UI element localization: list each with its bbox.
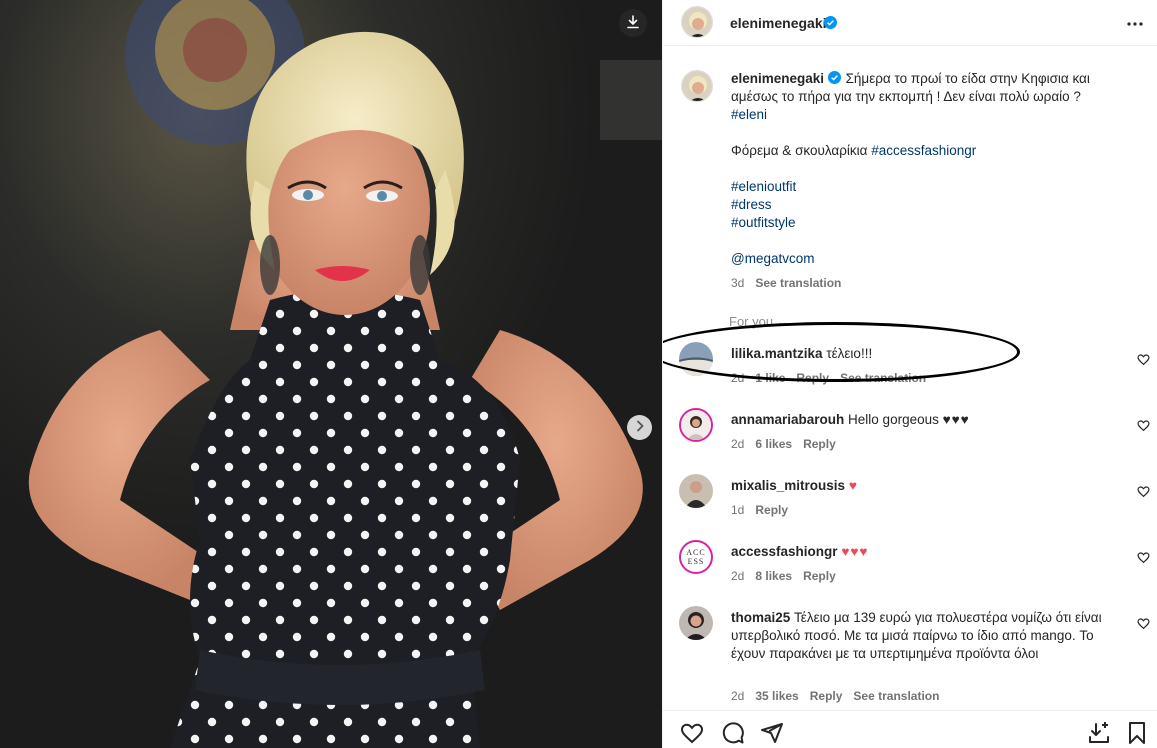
- post-actions-bar: [663, 710, 1157, 748]
- caption-author-avatar[interactable]: [681, 70, 713, 102]
- comment-age[interactable]: 2d: [731, 569, 744, 583]
- verified-badge-icon: [827, 71, 842, 84]
- heart-outline-icon[interactable]: [1137, 617, 1150, 630]
- post-photo[interactable]: [0, 0, 662, 748]
- comment-username[interactable]: thomai25: [731, 610, 790, 625]
- comments-list[interactable]: elenimenegaki Σήμερα το πρωί το είδα στη…: [663, 46, 1157, 710]
- heart-outline-icon[interactable]: [1137, 485, 1150, 498]
- post-header: elenimenegaki: [663, 0, 1157, 46]
- caption-text-2: Φόρεμα & σκουλαρίκια: [731, 143, 868, 158]
- hashtag-link[interactable]: #outfitstyle: [731, 214, 1136, 232]
- more-icon[interactable]: [1125, 14, 1145, 37]
- comment-likes[interactable]: 6 likes: [755, 437, 792, 451]
- highlight-circle-annotation: [663, 322, 1020, 382]
- see-translation-link[interactable]: See translation: [853, 689, 939, 703]
- comment-age[interactable]: 2d: [731, 437, 744, 451]
- post-image: [0, 0, 662, 748]
- download-button[interactable]: [619, 9, 647, 37]
- next-image-button[interactable]: [627, 415, 652, 440]
- comment-age[interactable]: 1d: [731, 503, 744, 517]
- author-avatar[interactable]: [681, 6, 713, 38]
- commenter-avatar[interactable]: ACC ESS: [679, 540, 713, 574]
- hashtag-link[interactable]: #elenioutfit: [731, 178, 1136, 196]
- heart-outline-icon[interactable]: [1137, 353, 1150, 366]
- see-translation-link[interactable]: See translation: [755, 276, 841, 290]
- mention-link[interactable]: @megatvcom: [731, 250, 1136, 268]
- comment-likes[interactable]: 35 likes: [755, 689, 798, 703]
- heart-outline-icon[interactable]: [680, 721, 704, 748]
- caption-username[interactable]: elenimenegaki: [731, 71, 824, 86]
- caption-age[interactable]: 3d: [731, 276, 744, 290]
- chevron-right-icon: [634, 420, 646, 435]
- reply-button[interactable]: Reply: [803, 569, 836, 583]
- comment-icon[interactable]: [721, 721, 745, 748]
- red-heart-emoji: ♥♥♥: [841, 544, 869, 559]
- comment-username[interactable]: accessfashiongr: [731, 544, 838, 559]
- commenter-avatar[interactable]: [679, 474, 713, 508]
- red-heart-emoji: ♥: [848, 478, 858, 493]
- reply-button[interactable]: Reply: [803, 437, 836, 451]
- commenter-avatar[interactable]: [679, 408, 713, 442]
- hashtag-link[interactable]: #accessfashiongr: [871, 143, 976, 158]
- post-sidebar: elenimenegaki elenimenegaki Σήμερα το πρ…: [662, 0, 1157, 748]
- heart-outline-icon[interactable]: [1137, 551, 1150, 564]
- comment-username[interactable]: mixalis_mitrousis: [731, 478, 845, 493]
- commenter-avatar[interactable]: [679, 606, 713, 640]
- black-hearts-emoji: ♥♥♥: [942, 412, 970, 427]
- verified-badge-icon: [824, 16, 837, 29]
- hashtag-link[interactable]: #eleni: [731, 106, 1136, 124]
- bookmark-icon[interactable]: [1125, 721, 1149, 748]
- comment-username[interactable]: annamariabarouh: [731, 412, 844, 427]
- share-icon[interactable]: [760, 721, 784, 748]
- comment-age[interactable]: 2d: [731, 689, 744, 703]
- save-to-collection-icon[interactable]: [1087, 721, 1111, 748]
- author-username[interactable]: elenimenegaki: [730, 15, 827, 31]
- reply-button[interactable]: Reply: [755, 503, 788, 517]
- hashtag-link[interactable]: #dress: [731, 196, 1136, 214]
- post-caption: elenimenegaki Σήμερα το πρωί το είδα στη…: [731, 70, 1136, 292]
- download-icon: [626, 14, 640, 32]
- comment-likes[interactable]: 8 likes: [755, 569, 792, 583]
- reply-button[interactable]: Reply: [810, 689, 843, 703]
- heart-outline-icon[interactable]: [1137, 419, 1150, 432]
- comment-text: Hello gorgeous: [848, 412, 939, 427]
